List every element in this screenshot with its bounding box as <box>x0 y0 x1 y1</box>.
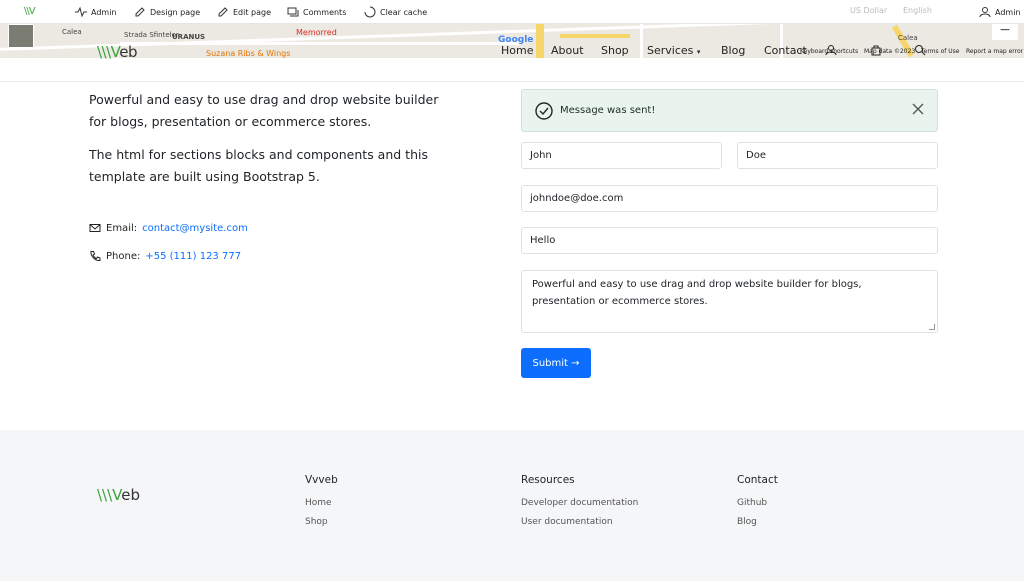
comments-button[interactable]: Comments <box>287 6 346 18</box>
footer-link-shop[interactable]: Shop <box>305 517 338 527</box>
footer-column-title: Vvveb <box>305 474 338 486</box>
map-road <box>120 42 520 45</box>
language-selector[interactable]: English <box>903 6 932 15</box>
user-icon[interactable] <box>825 44 837 56</box>
alert-message: Message was sent! <box>560 105 656 116</box>
currency-label: US Dollar <box>850 6 888 15</box>
map-satellite-thumbnail[interactable] <box>8 24 34 48</box>
design-page-label: Design page <box>150 7 201 17</box>
map-road <box>560 34 630 38</box>
edit-page-button[interactable]: Edit page <box>217 6 271 18</box>
email-link[interactable]: contact@mysite.com <box>142 223 248 234</box>
user-icon <box>979 7 991 18</box>
map-label: Calea <box>898 34 918 42</box>
chevron-down-icon: ▾ <box>696 48 701 56</box>
admin-user-menu[interactable]: Admin <box>979 6 1021 18</box>
pencil-icon <box>218 7 228 17</box>
admin-menu-label: Admin <box>91 7 117 17</box>
nav-about[interactable]: About <box>551 44 584 57</box>
admin-logo[interactable]: \\V <box>24 6 36 17</box>
message-textarea[interactable]: Powerful and easy to use drag and drop w… <box>521 270 938 333</box>
cart-icon[interactable] <box>870 44 882 56</box>
map-attribution-report[interactable]: Report a map error <box>966 48 1023 55</box>
map-road <box>640 24 643 58</box>
comments-label: Comments <box>303 7 347 17</box>
comments-icon <box>287 7 299 17</box>
nav-shop[interactable]: Shop <box>601 44 629 57</box>
footer-link-developer-docs[interactable]: Developer documentation <box>521 498 638 508</box>
footer-link-github[interactable]: Github <box>737 498 778 508</box>
footer-column-title: Contact <box>737 474 778 486</box>
nav-home[interactable]: Home <box>501 44 533 57</box>
map-zoom-out-button[interactable]: − <box>992 24 1018 40</box>
map-label: Memorred <box>296 28 337 37</box>
footer-link-user-docs[interactable]: User documentation <box>521 517 638 527</box>
activity-icon <box>75 6 87 18</box>
close-icon[interactable] <box>911 102 925 116</box>
email-line: Email: contact@mysite.com <box>89 222 248 234</box>
footer-link-blog[interactable]: Blog <box>737 517 778 527</box>
clear-cache-button[interactable]: Clear cache <box>364 6 427 18</box>
phone-icon <box>90 251 101 262</box>
footer-logo[interactable]: \\\Veb <box>97 486 140 504</box>
phone-label: Phone: <box>106 250 141 262</box>
footer-link-home[interactable]: Home <box>305 498 338 508</box>
footer-column-vvveb: Vvveb Home Shop <box>305 474 338 536</box>
bootstrap-paragraph: The html for sections blocks and compone… <box>89 147 428 184</box>
map-label: Strada Sfintelor <box>124 31 179 39</box>
site-logo-text: eb <box>119 43 138 61</box>
success-alert: Message was sent! <box>521 89 938 132</box>
site-logo-mark: \\\V <box>97 43 120 61</box>
site-logo[interactable]: \\\Veb <box>97 43 138 61</box>
admin-bar: \\V Admin Design page Edit page Comments… <box>0 0 1024 24</box>
nav-services[interactable]: Services ▾ <box>647 44 700 57</box>
envelope-icon <box>89 224 101 232</box>
admin-user-label: Admin <box>995 7 1021 17</box>
message-text: Powerful and easy to use drag and drop w… <box>532 279 862 307</box>
map-label: URANUS <box>172 33 206 41</box>
footer-column-contact: Contact Github Blog <box>737 474 778 536</box>
footer-logo-text: eb <box>121 486 141 504</box>
circle-icon <box>364 6 376 18</box>
footer-column-resources: Resources Developer documentation User d… <box>521 474 638 536</box>
map-label: Calea <box>62 28 82 36</box>
subject-field[interactable]: Hello <box>521 227 938 254</box>
phone-link[interactable]: +55 (111) 123 777 <box>145 251 241 262</box>
footer-column-title: Resources <box>521 474 575 486</box>
language-label: English <box>903 6 932 15</box>
site-footer: \\\Veb Vvveb Home Shop Resources Develop… <box>0 430 1024 581</box>
intro-paragraph: Powerful and easy to use drag and drop w… <box>89 92 439 129</box>
nav-services-label: Services <box>647 44 694 57</box>
last-name-field[interactable]: Doe <box>737 142 938 169</box>
map-label: Suzana Ribs & Wings <box>206 49 291 58</box>
currency-selector[interactable]: US Dollar <box>850 6 887 15</box>
submit-button[interactable]: Submit → <box>521 348 591 378</box>
admin-menu-item[interactable]: Admin <box>75 6 117 18</box>
footer-logo-mark: \\\V <box>97 486 122 504</box>
site-header-strip <box>0 58 1024 82</box>
map-attribution-terms[interactable]: Terms of Use <box>921 48 959 55</box>
first-name-field[interactable]: John <box>521 142 722 169</box>
phone-line: Phone: +55 (111) 123 777 <box>89 250 241 262</box>
design-page-button[interactable]: Design page <box>134 6 200 18</box>
nav-blog[interactable]: Blog <box>721 44 745 57</box>
clear-cache-label: Clear cache <box>380 7 428 17</box>
email-field[interactable]: johndoe@doe.com <box>521 185 938 212</box>
resize-handle[interactable] <box>929 324 935 330</box>
map-road <box>536 24 544 58</box>
nav-contact[interactable]: Contact <box>764 44 807 57</box>
search-icon[interactable] <box>914 44 926 56</box>
pencil-icon <box>135 7 145 17</box>
email-label: Email: <box>106 222 138 234</box>
check-circle-icon <box>535 101 553 120</box>
edit-page-label: Edit page <box>233 7 272 17</box>
